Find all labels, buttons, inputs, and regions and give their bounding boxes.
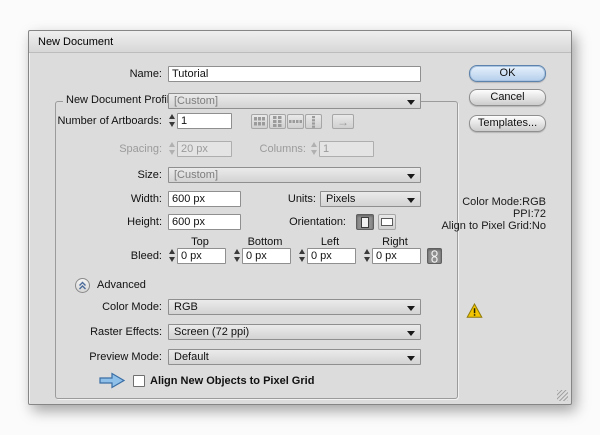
- height-label: Height:: [127, 216, 162, 228]
- bleed-bottom-spinner[interactable]: [233, 248, 242, 264]
- templates-button[interactable]: Templates...: [469, 115, 546, 132]
- raster-effects-dropdown[interactable]: Screen (72 ppi): [168, 324, 421, 340]
- size-label: Size:: [137, 169, 162, 181]
- bleed-left-spinner[interactable]: [298, 248, 307, 264]
- grid-by-column-icon: [273, 116, 282, 127]
- bleed-top-label: Top: [191, 236, 209, 248]
- name-input[interactable]: [168, 66, 421, 82]
- landscape-page-icon: [381, 218, 393, 226]
- columns-input[interactable]: [319, 141, 374, 157]
- profile-value: [Custom]: [174, 95, 219, 107]
- columns-label: Columns:: [259, 143, 306, 155]
- chain-link-icon: [431, 249, 438, 263]
- bleed-left-input[interactable]: [307, 248, 356, 264]
- spacing-spinner[interactable]: [168, 141, 177, 157]
- bleed-label: Bleed:: [130, 250, 162, 262]
- document-info-panel: Color Mode:RGB PPI:72 Align to Pixel Gri…: [429, 196, 546, 232]
- units-dropdown[interactable]: Pixels: [320, 191, 421, 207]
- dialog-titlebar[interactable]: New Document: [29, 31, 571, 53]
- orientation-landscape-button[interactable]: [378, 214, 396, 230]
- preview-mode-value: Default: [174, 351, 209, 363]
- bleed-bottom-label: Bottom: [247, 236, 283, 248]
- info-align-pixel-grid: Align to Pixel Grid:No: [441, 220, 546, 232]
- chevron-down-icon: [407, 306, 415, 311]
- size-dropdown[interactable]: [Custom]: [168, 167, 421, 183]
- profile-dropdown[interactable]: [Custom]: [168, 93, 421, 109]
- right-arrow-icon: →: [337, 114, 349, 129]
- bleed-right-label: Right: [382, 236, 408, 248]
- color-mode-label: Color Mode:: [102, 301, 162, 313]
- dialog-title: New Document: [38, 36, 114, 48]
- pixel-grid-arrow-icon: [99, 372, 126, 389]
- bleed-left-label: Left: [320, 236, 340, 248]
- raster-effects-label: Raster Effects:: [90, 326, 162, 338]
- grid-by-row-icon: [254, 117, 265, 126]
- double-chevron-up-icon: [79, 281, 86, 290]
- bleed-top-spinner[interactable]: [168, 248, 177, 264]
- arrange-by-column-icon: [312, 115, 315, 128]
- align-pixel-grid-checkbox[interactable]: [133, 375, 145, 387]
- chevron-down-icon: [407, 331, 415, 336]
- color-mode-value: RGB: [174, 301, 198, 313]
- info-color-mode: Color Mode:RGB: [462, 196, 546, 208]
- chevron-down-icon: [407, 100, 415, 105]
- arrange-by-row-icon: [289, 120, 302, 123]
- arrange-by-row-button[interactable]: [287, 114, 304, 129]
- artboards-spinner[interactable]: [168, 113, 177, 129]
- advanced-label: Advanced: [97, 279, 146, 291]
- width-label: Width:: [130, 193, 162, 205]
- units-value: Pixels: [326, 193, 356, 205]
- bleed-top-input[interactable]: [177, 248, 226, 264]
- bleed-bottom-input[interactable]: [242, 248, 291, 264]
- align-pixel-grid-label: Align New Objects to Pixel Grid: [150, 375, 315, 387]
- bleed-right-spinner[interactable]: [363, 248, 372, 264]
- chevron-down-icon: [407, 198, 415, 203]
- orientation-portrait-button[interactable]: [356, 214, 374, 230]
- warning-icon: [466, 303, 483, 318]
- profile-label: New Document Profile:: [63, 94, 182, 106]
- info-ppi: PPI:72: [512, 208, 546, 220]
- color-mode-dropdown[interactable]: RGB: [168, 299, 421, 315]
- units-label: Units:: [287, 193, 316, 205]
- preview-mode-dropdown[interactable]: Default: [168, 349, 421, 365]
- collapse-advanced-button[interactable]: [75, 278, 90, 293]
- arrange-by-column-button[interactable]: [305, 114, 322, 129]
- orientation-label: Orientation:: [289, 216, 346, 228]
- preview-mode-label: Preview Mode:: [89, 351, 162, 363]
- raster-effects-value: Screen (72 ppi): [174, 326, 250, 338]
- grid-by-column-button[interactable]: [269, 114, 286, 129]
- portrait-page-icon: [361, 216, 369, 228]
- ok-button[interactable]: OK: [469, 65, 546, 82]
- grid-by-row-button[interactable]: [251, 114, 268, 129]
- columns-spinner[interactable]: [310, 141, 319, 157]
- chevron-down-icon: [407, 356, 415, 361]
- cancel-button[interactable]: Cancel: [469, 89, 546, 106]
- resize-grip[interactable]: [557, 390, 568, 401]
- change-layout-direction-button[interactable]: →: [332, 114, 354, 129]
- size-value: [Custom]: [174, 169, 219, 181]
- spacing-label: Spacing:: [119, 143, 162, 155]
- name-label: Name:: [129, 68, 162, 80]
- artboards-label: Number of Artboards:: [57, 115, 162, 127]
- new-document-dialog: New Document Name: OK Cancel Templates..…: [28, 30, 572, 405]
- link-bleed-values-button[interactable]: [427, 248, 442, 264]
- artboards-input[interactable]: [177, 113, 232, 129]
- chevron-down-icon: [407, 174, 415, 179]
- bleed-right-input[interactable]: [372, 248, 421, 264]
